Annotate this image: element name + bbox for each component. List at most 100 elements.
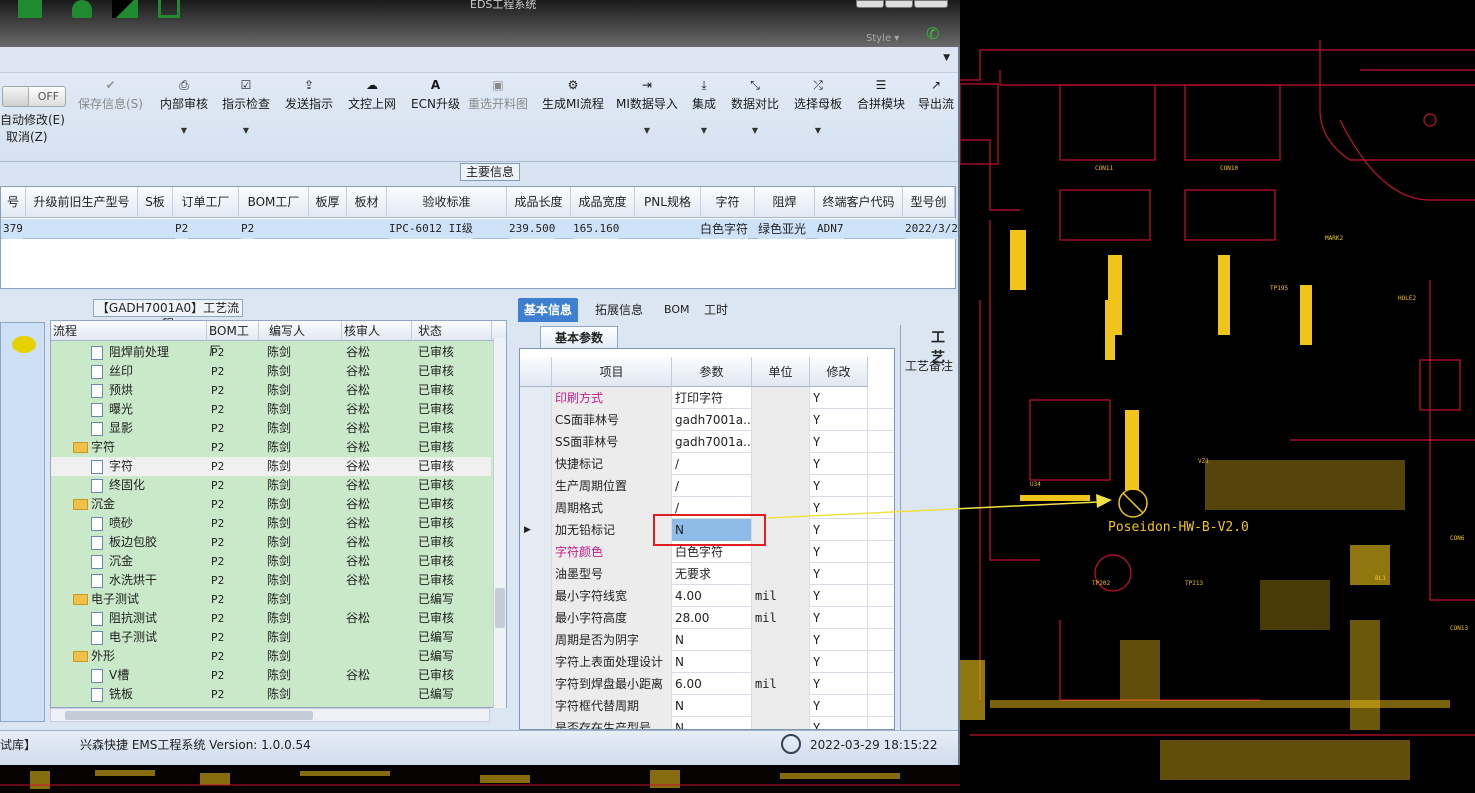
- col-header[interactable]: 号: [1, 187, 26, 218]
- col-header[interactable]: 状态: [412, 321, 492, 341]
- tab-extended[interactable]: 拓展信息: [589, 298, 649, 322]
- param-row[interactable]: 是否存在生产型号 N Y: [520, 717, 894, 729]
- chat-icon[interactable]: [12, 336, 36, 353]
- param-value[interactable]: N: [672, 629, 752, 651]
- ecn-upgrade-button[interactable]: A ECN升级: [411, 78, 460, 112]
- col-header[interactable]: 型号创: [903, 187, 955, 218]
- cancel-item[interactable]: 取消(Z): [0, 129, 65, 146]
- param-value[interactable]: N: [672, 695, 752, 717]
- col-header[interactable]: 核审人: [342, 321, 412, 341]
- row-indicator[interactable]: [520, 431, 552, 453]
- row-indicator[interactable]: [520, 453, 552, 475]
- param-value[interactable]: N: [672, 651, 752, 673]
- instruction-check-button[interactable]: ☑ 指示检查 ▼: [222, 78, 270, 135]
- tree-row[interactable]: 外形 P2 陈剑 已编写: [51, 647, 491, 666]
- row-indicator[interactable]: [520, 629, 552, 651]
- row-indicator[interactable]: [520, 387, 552, 409]
- tree-row[interactable]: 丝印 P2 陈剑 谷松 已审核: [51, 362, 491, 381]
- row-indicator[interactable]: [520, 541, 552, 563]
- col-header[interactable]: 成品长度: [507, 187, 571, 218]
- row-indicator[interactable]: [520, 651, 552, 673]
- tree-row[interactable]: 字符 P2 陈剑 谷松 已审核: [51, 438, 491, 457]
- tree-row[interactable]: 电子测试 P2 陈剑 已编写: [51, 628, 491, 647]
- param-value[interactable]: 打印字符: [672, 387, 752, 409]
- col-header[interactable]: 字符: [701, 187, 755, 218]
- tree-row[interactable]: 喷砂 P2 陈剑 谷松 已审核: [51, 514, 491, 533]
- col-header[interactable]: 修改: [810, 357, 868, 387]
- param-value[interactable]: 4.00: [672, 585, 752, 607]
- param-value[interactable]: 6.00: [672, 673, 752, 695]
- param-value[interactable]: gadh7001a...: [672, 409, 752, 431]
- row-indicator[interactable]: [520, 717, 552, 729]
- tree-row[interactable]: 沉金 P2 陈剑 谷松 已审核: [51, 552, 491, 571]
- auto-modify-item[interactable]: 自动修改(E): [0, 112, 65, 129]
- col-header[interactable]: 成品宽度: [571, 187, 635, 218]
- tree-row[interactable]: 铣板 P2 陈剑 已编写: [51, 685, 491, 704]
- tree-row[interactable]: 水洗烘干 P2 陈剑 谷松 已审核: [51, 571, 491, 590]
- param-value[interactable]: /: [672, 453, 752, 475]
- tree-row[interactable]: 沉金 P2 陈剑 谷松 已审核: [51, 495, 491, 514]
- data-compare-button[interactable]: ⤡ 数据对比 ▼: [731, 78, 779, 135]
- chevron-down-icon[interactable]: ▼: [943, 53, 950, 63]
- tree-row[interactable]: 阻抗测试 P2 陈剑 谷松 已审核: [51, 609, 491, 628]
- col-header[interactable]: 升级前旧生产型号: [26, 187, 138, 218]
- param-row[interactable]: 快捷标记 / Y: [520, 453, 894, 475]
- tree-row[interactable]: 字符 P2 陈剑 谷松 已审核: [51, 457, 491, 476]
- row-indicator[interactable]: [520, 585, 552, 607]
- col-header[interactable]: 板材: [347, 187, 387, 218]
- col-header[interactable]: 阻焊: [755, 187, 815, 218]
- chart-icon[interactable]: [112, 0, 138, 18]
- reselect-cut-button[interactable]: ▣ 重选开料图: [468, 78, 528, 112]
- param-value[interactable]: 无要求: [672, 563, 752, 585]
- minimize-button[interactable]: [856, 0, 884, 8]
- send-instruction-button[interactable]: ⇪ 发送指示: [285, 78, 333, 112]
- col-header[interactable]: 项目: [552, 357, 672, 387]
- row-indicator[interactable]: [520, 563, 552, 585]
- tab-basic[interactable]: 基本信息: [518, 298, 579, 322]
- col-header[interactable]: 参数: [672, 357, 752, 387]
- param-row[interactable]: 印刷方式 打印字符 Y: [520, 387, 894, 409]
- param-row[interactable]: 字符框代替周期 N Y: [520, 695, 894, 717]
- param-row[interactable]: 油墨型号 无要求 Y: [520, 563, 894, 585]
- col-header[interactable]: 流程: [51, 321, 207, 341]
- col-header[interactable]: 终端客户代码: [815, 187, 903, 218]
- auto-toggle[interactable]: OFF: [2, 86, 66, 107]
- param-row[interactable]: SS面菲林号 gadh7001a... Y: [520, 431, 894, 453]
- row-indicator[interactable]: [520, 475, 552, 497]
- param-value[interactable]: 28.00: [672, 607, 752, 629]
- table-row[interactable]: [1, 219, 955, 239]
- param-row[interactable]: 字符到焊盘最小距离 6.00 mil Y: [520, 673, 894, 695]
- monitor-icon[interactable]: [158, 0, 180, 18]
- col-header[interactable]: BOM工厂: [239, 187, 309, 218]
- vertical-scrollbar[interactable]: [493, 338, 506, 708]
- param-row[interactable]: 周期是否为阴字 N Y: [520, 629, 894, 651]
- row-indicator[interactable]: ▶: [520, 519, 552, 541]
- param-value[interactable]: gadh7001a...: [672, 431, 752, 453]
- pcb-viewer[interactable]: CON11 CON10 MARK2 HOLE2 VZ1 U34 CON6 CON…: [960, 0, 1475, 793]
- param-value[interactable]: /: [672, 475, 752, 497]
- internal-review-button[interactable]: ⎙ 内部审核 ▼: [160, 78, 208, 135]
- grid-icon[interactable]: [18, 0, 42, 18]
- tree-row[interactable]: 阻焊前处理 P2 陈剑 谷松 已审核: [51, 343, 491, 362]
- row-indicator[interactable]: [520, 673, 552, 695]
- col-header[interactable]: 板厚: [309, 187, 347, 218]
- integrate-button[interactable]: ⤓ 集成 ▼: [692, 78, 716, 135]
- col-header[interactable]: S板: [138, 187, 173, 218]
- close-button[interactable]: [914, 0, 948, 8]
- param-row[interactable]: 最小字符高度 28.00 mil Y: [520, 607, 894, 629]
- row-indicator[interactable]: [520, 607, 552, 629]
- param-row[interactable]: 最小字符线宽 4.00 mil Y: [520, 585, 894, 607]
- mi-import-button[interactable]: ⇥ MI数据导入 ▼: [616, 78, 678, 135]
- param-row[interactable]: CS面菲林号 gadh7001a... Y: [520, 409, 894, 431]
- maximize-button[interactable]: [885, 0, 913, 8]
- param-row[interactable]: 生产周期位置 / Y: [520, 475, 894, 497]
- col-header[interactable]: 编写人: [259, 321, 342, 341]
- tab-bom[interactable]: BOM: [658, 298, 696, 322]
- export-button[interactable]: ↗ 导出流: [918, 78, 954, 112]
- save-info-button[interactable]: ✔ 保存信息(S): [78, 78, 143, 112]
- merge-module-button[interactable]: ☰ 合拼模块: [857, 78, 905, 112]
- tree-row[interactable]: 电子测试 P2 陈剑 已编写: [51, 590, 491, 609]
- param-row[interactable]: 字符上表面处理设计 N Y: [520, 651, 894, 673]
- tree-row[interactable]: 显影 P2 陈剑 谷松 已审核: [51, 419, 491, 438]
- row-indicator[interactable]: [520, 409, 552, 431]
